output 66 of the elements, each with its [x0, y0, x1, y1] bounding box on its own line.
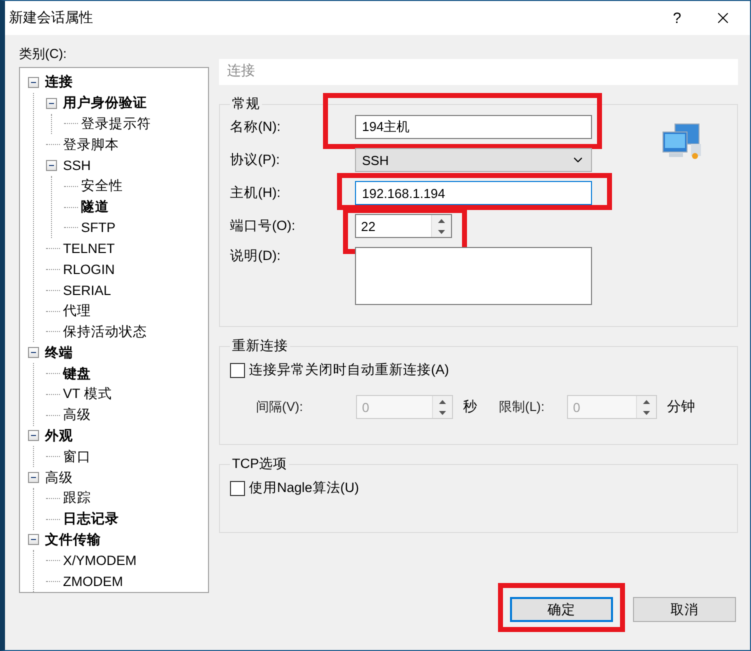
field-label: 协议(P): [230, 151, 281, 169]
down-triangle-icon [438, 230, 445, 234]
nagle-checkbox[interactable]: 使用Nagle算法(U) [230, 479, 727, 497]
field-label: 名称(N): [230, 118, 282, 136]
reconnect-checkbox[interactable]: 连接异常关闭时自动重新连接(A) [230, 361, 727, 379]
spin-up-button[interactable] [432, 215, 451, 226]
spin-down-button[interactable] [432, 226, 451, 237]
tree-item[interactable]: VT 模式 [62, 385, 113, 404]
field-label: 说明(D): [230, 247, 282, 265]
help-button[interactable]: ? [654, 1, 700, 35]
field-label: 端口号(O): [230, 217, 296, 235]
collapse-toggle-icon[interactable] [28, 472, 39, 484]
down-triangle-icon [439, 410, 446, 414]
tree-item[interactable]: SFTP [80, 220, 117, 236]
tree-item[interactable]: 用户身份验证 [62, 94, 148, 112]
tree-item[interactable]: 代理 [62, 302, 92, 320]
port-field[interactable]: 22 [356, 215, 431, 237]
tree-item[interactable]: 安全性 [80, 177, 124, 196]
tree-item[interactable]: SERIAL [62, 282, 112, 298]
group-title: 常规 [231, 95, 261, 113]
description-field[interactable] [355, 247, 592, 305]
unit-label: 分钟 [667, 398, 695, 416]
tree-item[interactable]: 连接 [44, 73, 74, 92]
port-spinner[interactable]: 22 [355, 214, 452, 238]
tree-item[interactable]: 窗口 [62, 448, 92, 466]
tree-item[interactable]: 登录脚本 [62, 136, 120, 154]
window-title: 新建会话属性 [9, 9, 94, 27]
text-field[interactable]: 192.168.1.194 [355, 181, 592, 205]
tree-item[interactable]: 键盘 [62, 364, 92, 383]
tree-item[interactable]: 高级 [62, 406, 92, 424]
collapse-toggle-icon[interactable] [28, 430, 39, 442]
category-label: 类别(C): [19, 45, 68, 63]
tree-item[interactable]: X/YMODEM [62, 553, 138, 568]
tree-item[interactable]: 终端 [44, 344, 74, 362]
collapse-toggle-icon[interactable] [46, 98, 57, 109]
tree-item[interactable]: 高级 [44, 468, 74, 487]
dialog-button[interactable]: 取消 [633, 597, 736, 622]
tree-item[interactable]: 登录提示符 [80, 114, 152, 133]
tree-item[interactable]: 保持活动状态 [62, 322, 148, 341]
up-triangle-icon [438, 218, 445, 222]
group-title: TCP选项 [231, 455, 288, 473]
collapse-toggle-icon[interactable] [28, 534, 39, 546]
tree-item[interactable]: RLOGIN [62, 262, 116, 278]
tree-item[interactable]: ZMODEM [62, 574, 124, 590]
up-triangle-icon [643, 400, 650, 404]
tree-item[interactable]: 跟踪 [62, 489, 92, 508]
protocol-dropdown[interactable]: SSH [355, 148, 592, 172]
tree-item[interactable]: SSH [62, 158, 92, 174]
tree-item[interactable]: 外观 [44, 426, 74, 445]
panel-header: 连接 [219, 59, 738, 85]
tree-item[interactable]: TELNET [62, 241, 116, 256]
collapse-toggle-icon[interactable] [28, 347, 39, 358]
field-label: 间隔(V): [256, 398, 304, 416]
field-label: 限制(L): [499, 398, 546, 416]
text-field[interactable]: 194主机 [355, 115, 592, 139]
collapse-toggle-icon[interactable] [46, 160, 57, 172]
tree-item[interactable]: 日志记录 [62, 510, 120, 528]
group-title: 重新连接 [231, 337, 289, 355]
collapse-toggle-icon[interactable] [28, 76, 39, 88]
dialog-button[interactable]: 确定 [510, 597, 613, 622]
up-triangle-icon [439, 400, 446, 404]
tree-item[interactable]: 文件传输 [44, 530, 102, 549]
tree-item[interactable]: 隧道 [80, 198, 110, 216]
down-triangle-icon [643, 410, 650, 414]
field-label: 主机(H): [230, 184, 282, 202]
unit-label: 秒 [463, 398, 477, 416]
